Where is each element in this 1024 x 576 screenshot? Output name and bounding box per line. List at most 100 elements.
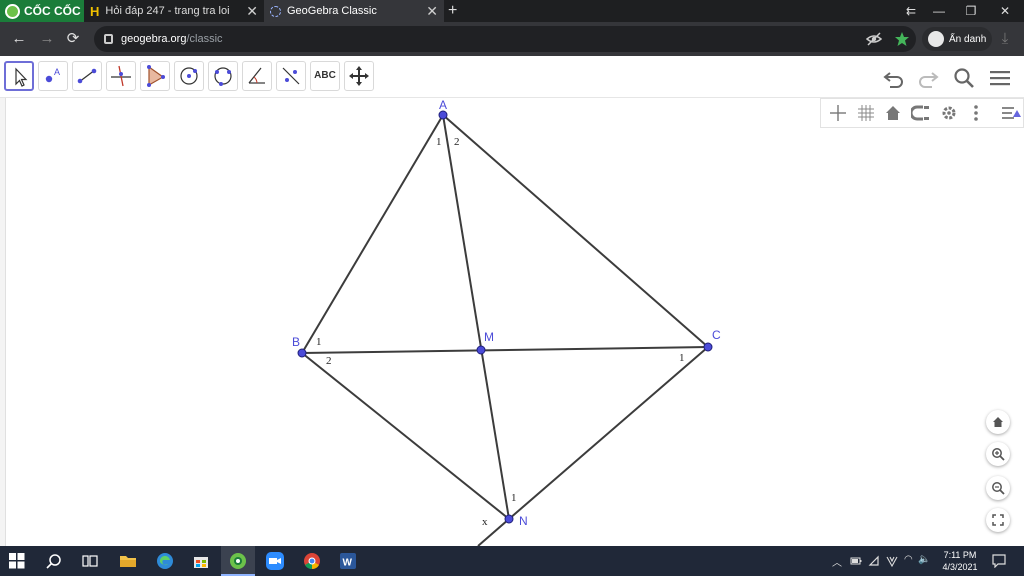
angle-mark-c1: 1	[679, 352, 685, 364]
hoidap-favicon-icon: H	[90, 3, 100, 19]
tab-title: GeoGebra Classic	[287, 5, 377, 17]
new-tab-button[interactable]: +	[448, 0, 457, 22]
edge-browser-icon[interactable]	[155, 551, 175, 571]
menu-icon[interactable]	[988, 66, 1012, 90]
forward-button[interactable]: →	[38, 30, 56, 48]
reflect-tool-button[interactable]	[276, 61, 306, 91]
circle-center-icon	[180, 67, 198, 85]
incognito-profile-button[interactable]: Ẩn danh	[922, 27, 993, 51]
zoom-in-button[interactable]	[986, 442, 1010, 466]
point-c[interactable]	[703, 342, 713, 352]
taskbar-search-icon[interactable]	[46, 553, 62, 569]
point-tool-button[interactable]: A	[38, 61, 68, 91]
perpendicular-tool-button[interactable]	[106, 61, 136, 91]
circle-center-tool-button[interactable]	[174, 61, 204, 91]
vpn-icon[interactable]	[886, 555, 898, 567]
polygon-icon	[147, 65, 165, 87]
tab-geogebra[interactable]: GeoGebra Classic ✕	[264, 0, 444, 22]
point-b[interactable]	[297, 348, 307, 358]
action-center-icon[interactable]	[992, 554, 1006, 568]
line-tool-button[interactable]	[72, 61, 102, 91]
angle-tool-button[interactable]	[242, 61, 272, 91]
coccoc-menu-button[interactable]: CỐC CỐC	[0, 0, 84, 22]
standard-view-button[interactable]	[986, 410, 1010, 434]
search-icon[interactable]	[952, 66, 976, 90]
angle-mark-n1: 1	[511, 492, 517, 504]
tab-search-icon[interactable]: ⇇	[896, 0, 926, 22]
standard-view-icon[interactable]	[882, 102, 904, 124]
back-button[interactable]: ←	[10, 30, 28, 48]
angle-mark-b2: 2	[326, 355, 332, 367]
volume-icon[interactable]: 🔈	[918, 554, 930, 565]
zoom-out-button[interactable]	[986, 476, 1010, 500]
chrome-icon[interactable]	[302, 551, 322, 571]
graphics-view[interactable]: ABCMN121211x	[0, 98, 1024, 546]
tab-close-icon[interactable]: ✕	[426, 3, 438, 20]
segment-cn[interactable]	[508, 346, 709, 520]
move-view-tool-button[interactable]	[344, 61, 374, 91]
point-label-c: C	[712, 328, 721, 342]
windows-start-icon[interactable]	[9, 553, 25, 569]
minimize-button[interactable]: —	[924, 0, 954, 22]
point-n[interactable]	[504, 514, 514, 524]
circle-three-points-tool-button[interactable]	[208, 61, 238, 91]
microsoft-store-icon[interactable]	[191, 551, 211, 571]
restore-button[interactable]: ❐	[956, 0, 986, 22]
point-m[interactable]	[476, 345, 486, 355]
download-icon[interactable]: ⤓	[996, 30, 1014, 48]
angle-mark-b1: 1	[316, 336, 322, 348]
bookmark-star-icon[interactable]	[894, 31, 910, 47]
file-explorer-icon[interactable]	[118, 551, 138, 571]
close-window-button[interactable]: ✕	[990, 0, 1020, 22]
tab-hoidap247[interactable]: H Hỏi đáp 247 - trang tra loi ✕	[84, 0, 264, 22]
angle-mark-nx: x	[482, 516, 488, 528]
url-host: geogebra.org	[121, 33, 187, 45]
angle-mark-a1: 1	[436, 136, 442, 148]
fullscreen-button[interactable]	[986, 508, 1010, 532]
move-tool-button[interactable]	[4, 61, 34, 91]
geometry-figure[interactable]: AB CMN1 212 11x	[0, 98, 1024, 546]
point-label-m: M	[484, 330, 494, 344]
segment-ab[interactable]	[301, 114, 444, 354]
task-view-icon[interactable]	[82, 553, 98, 569]
lock-icon	[104, 34, 113, 44]
battery-icon[interactable]	[850, 555, 862, 567]
segment-an[interactable]	[442, 114, 510, 520]
zoom-in-icon	[992, 448, 1005, 461]
grid-toggle-icon[interactable]	[855, 102, 877, 124]
polygon-tool-button[interactable]	[140, 61, 170, 91]
reload-button[interactable]: ⟳	[64, 30, 82, 48]
fullscreen-icon	[992, 514, 1004, 526]
wifi-icon[interactable]: ◠	[904, 554, 913, 565]
text-icon: ABC	[314, 70, 336, 81]
segment-bc[interactable]	[301, 346, 709, 354]
circle-three-points-icon	[214, 67, 232, 86]
move-icon	[15, 67, 28, 87]
text-tool-button[interactable]: ABC	[310, 61, 340, 91]
word-icon[interactable]: W	[338, 551, 358, 571]
point-capturing-icon[interactable]	[910, 102, 932, 124]
coccoc-taskbar-button[interactable]	[221, 546, 255, 576]
segment-bn[interactable]	[301, 352, 510, 520]
redo-icon[interactable]	[916, 66, 940, 90]
browser-brand: CỐC CỐC	[24, 4, 81, 18]
incognito-icon	[928, 31, 944, 47]
more-options-icon[interactable]	[965, 102, 987, 124]
system-clock[interactable]: 7:11 PM 4/3/2021	[934, 549, 986, 573]
zoom-app-icon[interactable]	[265, 551, 285, 571]
point-a[interactable]	[438, 110, 448, 120]
perspectives-icon[interactable]	[1001, 102, 1023, 124]
graphics-settings-icon[interactable]	[938, 102, 960, 124]
graphics-style-bar	[820, 98, 1024, 128]
tab-close-icon[interactable]: ✕	[246, 3, 258, 20]
network-icon[interactable]	[868, 555, 880, 567]
url-input[interactable]: geogebra.org/classic	[94, 26, 916, 52]
url-text: geogebra.org/classic	[121, 33, 223, 45]
tray-overflow-icon[interactable]: ︿	[832, 554, 842, 569]
clock-time: 7:11 PM	[943, 550, 977, 560]
undo-icon[interactable]	[882, 66, 906, 90]
axes-toggle-icon[interactable]	[827, 102, 849, 124]
segment-ac[interactable]	[442, 114, 709, 348]
tab-title: Hỏi đáp 247 - trang tra loi	[105, 5, 230, 17]
tracking-blocked-icon[interactable]	[866, 31, 882, 47]
